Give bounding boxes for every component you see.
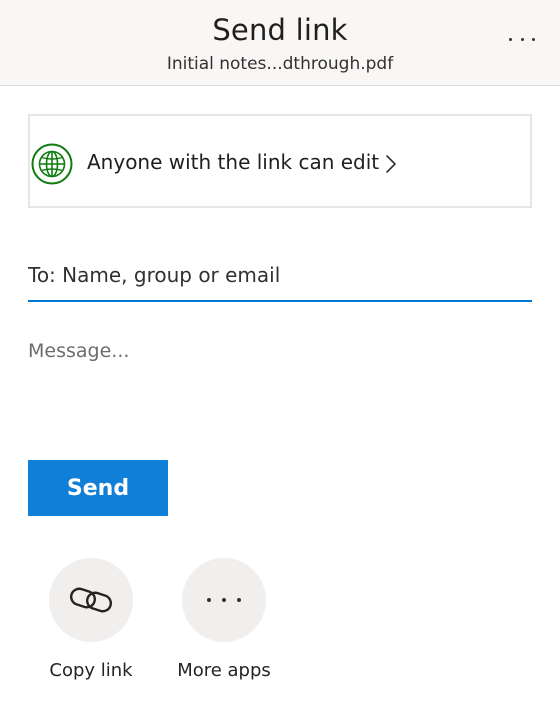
copy-link-label: Copy link [49, 660, 133, 681]
ellipsis-icon [532, 37, 535, 41]
ellipsis-icon [207, 598, 241, 602]
message-input[interactable] [28, 336, 532, 436]
more-apps-circle [182, 558, 266, 642]
copy-link-circle [49, 558, 133, 642]
send-button[interactable]: Send [28, 460, 168, 516]
more-apps-label: More apps [177, 660, 271, 681]
link-permission-button[interactable]: Anyone with the link can edit [28, 114, 532, 208]
ellipsis-icon [509, 37, 512, 41]
copy-link-button[interactable]: Copy link [21, 558, 161, 698]
link-icon [69, 587, 113, 613]
chevron-right-icon [386, 155, 396, 173]
dialog-header: Send link Initial notes...dthrough.pdf [0, 0, 560, 86]
permission-label: Anyone with the link can edit [87, 150, 380, 174]
ellipsis-icon [520, 37, 524, 41]
dialog-title: Send link [212, 13, 348, 47]
more-options-button[interactable] [504, 24, 540, 54]
globe-icon [31, 143, 73, 185]
more-apps-button[interactable]: More apps [154, 558, 294, 698]
recipient-input[interactable] [28, 254, 532, 302]
file-name: Initial notes...dthrough.pdf [166, 54, 394, 74]
